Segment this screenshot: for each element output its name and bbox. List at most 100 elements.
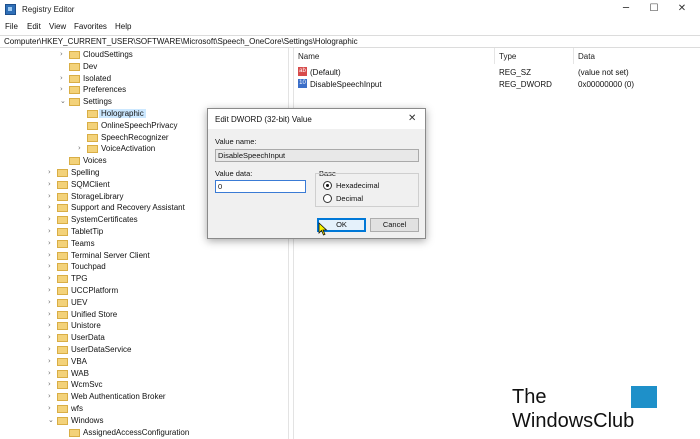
decimal-radio[interactable] — [323, 194, 332, 203]
folder-icon — [57, 346, 68, 354]
menu-favorites[interactable]: Favorites — [74, 22, 107, 31]
expand-chevron-icon[interactable]: › — [48, 404, 56, 412]
folder-icon — [57, 310, 68, 319]
list-row-default[interactable]: ab (Default) REG_SZ (value not set) — [294, 66, 700, 78]
expand-chevron-icon[interactable]: › — [48, 321, 56, 329]
folder-icon — [69, 86, 80, 95]
folder-icon — [57, 204, 68, 213]
value-data-input[interactable] — [215, 180, 306, 193]
column-name-header[interactable]: Name — [298, 52, 319, 61]
expand-chevron-icon[interactable]: › — [60, 50, 68, 58]
expand-chevron-icon[interactable]: › — [48, 286, 56, 294]
expand-chevron-icon[interactable]: › — [48, 215, 56, 223]
column-type-header[interactable]: Type — [499, 52, 516, 61]
column-divider[interactable] — [573, 48, 574, 64]
folder-icon — [57, 239, 68, 248]
expand-chevron-icon[interactable]: › — [48, 203, 56, 211]
title-bar: Registry Editor ─ ☐ ✕ — [0, 0, 700, 19]
value-name: (Default) — [310, 68, 341, 77]
value-name-field: DisableSpeechInput — [215, 149, 419, 162]
folder-icon — [69, 74, 80, 83]
folder-icon — [57, 192, 68, 201]
windowsclub-logo-icon — [631, 386, 657, 408]
menu-help[interactable]: Help — [115, 22, 131, 31]
tree-item-label: Windows — [71, 415, 104, 425]
tree-item-label: Unified Store — [71, 309, 118, 319]
folder-icon — [57, 357, 68, 366]
tree-item-label: Web Authentication Broker — [71, 392, 166, 402]
key-tree[interactable]: › CloudSettings Dev › Isolated › Preferences ⌄ S… — [0, 48, 288, 439]
column-divider[interactable] — [494, 48, 495, 64]
address-bar[interactable]: Computer\HKEY_CURRENT_USER\SOFTWARE\Micr… — [0, 35, 700, 48]
values-list[interactable]: Name Type Data ab (Default) REG_SZ (valu… — [294, 48, 700, 439]
folder-icon — [57, 416, 68, 425]
expand-chevron-icon[interactable]: › — [78, 144, 86, 152]
tree-item-label: UserData — [71, 333, 105, 343]
tree-item-label: Spelling — [71, 168, 100, 177]
tree-item-label: UEV — [71, 297, 88, 307]
expand-chevron-icon[interactable]: › — [60, 85, 68, 93]
folder-icon — [57, 251, 68, 260]
expand-chevron-icon[interactable]: › — [48, 168, 56, 176]
address-path: Computer\HKEY_CURRENT_USER\SOFTWARE\Micr… — [4, 37, 358, 46]
tree-item-label: Dev — [83, 61, 98, 71]
expand-chevron-icon[interactable]: › — [48, 274, 56, 282]
tree-item-label: Touchpad — [71, 262, 106, 272]
folder-icon — [57, 381, 68, 390]
decimal-label[interactable]: Decimal — [336, 194, 363, 203]
menu-edit[interactable]: Edit — [27, 22, 41, 31]
close-button[interactable]: ✕ — [670, 2, 694, 16]
expand-chevron-icon[interactable]: › — [48, 262, 56, 270]
base-groupbox — [315, 173, 419, 207]
expand-chevron-icon[interactable]: › — [48, 180, 56, 188]
tree-item-label: TabletTip — [71, 227, 104, 236]
value-type: REG_DWORD — [499, 80, 552, 89]
expand-chevron-icon[interactable]: › — [48, 392, 56, 400]
value-data: (value not set) — [578, 68, 629, 77]
tree-item-label: Settings — [83, 97, 112, 107]
expand-chevron-icon[interactable]: › — [48, 357, 56, 365]
expand-chevron-icon[interactable]: › — [48, 227, 56, 235]
tree-item-label: WcmSvc — [71, 380, 103, 390]
expand-chevron-icon[interactable]: › — [60, 74, 68, 82]
folder-icon — [57, 287, 68, 295]
expand-chevron-icon[interactable]: › — [48, 369, 56, 377]
expand-chevron-icon[interactable]: › — [48, 380, 56, 388]
column-data-header[interactable]: Data — [578, 52, 595, 61]
menu-file[interactable]: File — [5, 22, 18, 31]
folder-icon — [69, 62, 80, 71]
expand-chevron-icon[interactable]: › — [48, 192, 56, 200]
tree-item-label: Teams — [71, 238, 95, 248]
value-data-label: Value data: — [215, 169, 253, 178]
minimize-button[interactable]: ─ — [614, 2, 638, 16]
dialog-title: Edit DWORD (32-bit) Value — [215, 115, 312, 124]
expand-chevron-icon[interactable]: › — [48, 298, 56, 306]
value-name: DisableSpeechInput — [310, 80, 382, 89]
close-icon[interactable]: ✕ — [408, 113, 416, 124]
tree-item-label: TPG — [71, 274, 88, 284]
watermark-line2: WindowsClub — [512, 410, 635, 432]
expand-chevron-icon[interactable]: › — [48, 310, 56, 318]
cancel-button[interactable]: Cancel — [370, 218, 419, 232]
folder-icon — [69, 157, 80, 166]
value-type: REG_SZ — [499, 68, 532, 77]
expand-chevron-icon[interactable]: ⌄ — [60, 97, 68, 105]
expand-chevron-icon[interactable]: › — [48, 239, 56, 247]
hexadecimal-label[interactable]: Hexadecimal — [336, 181, 379, 190]
tree-item-label: UserDataService — [71, 345, 132, 354]
hexadecimal-radio[interactable] — [323, 181, 332, 190]
expand-chevron-icon[interactable]: › — [48, 251, 56, 259]
expand-chevron-icon[interactable]: › — [48, 333, 56, 341]
list-row-disablespeechinput[interactable]: 10 DisableSpeechInput REG_DWORD 0x000000… — [294, 78, 700, 90]
mouse-pointer-icon — [318, 222, 328, 236]
value-data: 0x00000000 (0) — [578, 80, 635, 89]
folder-icon — [57, 263, 68, 272]
maximize-button[interactable]: ☐ — [642, 2, 666, 16]
expand-chevron-icon[interactable]: ⌄ — [48, 416, 56, 424]
tree-item-label: SystemCertificates — [71, 215, 138, 225]
expand-chevron-icon[interactable]: › — [48, 345, 56, 353]
menu-view[interactable]: View — [49, 22, 66, 31]
folder-icon — [57, 393, 68, 402]
folder-icon — [57, 405, 68, 413]
tree-item-label: Support and Recovery Assistant — [71, 203, 185, 213]
